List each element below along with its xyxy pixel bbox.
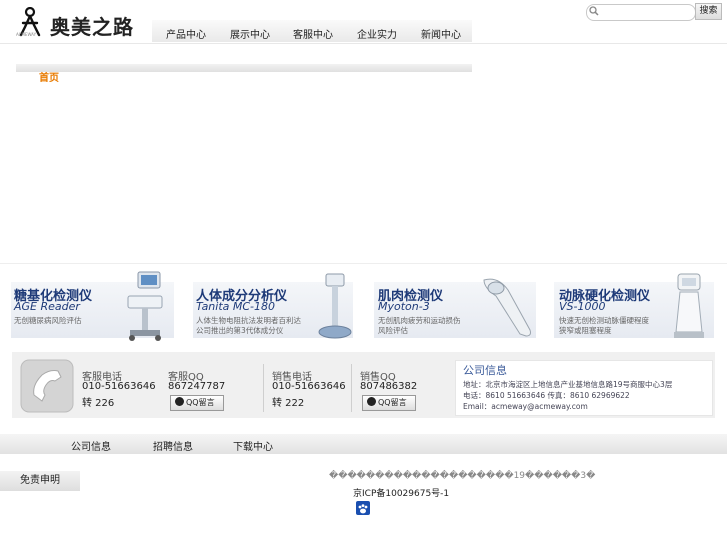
search-input[interactable] <box>586 4 696 21</box>
nav-item-strength[interactable]: 企业实力 <box>357 26 397 41</box>
contact-divider <box>263 364 264 412</box>
qq-button-label: QQ留言 <box>186 398 215 407</box>
tanita-device-image <box>318 273 352 339</box>
myoton-device-image <box>483 278 531 337</box>
sales-qq: 807486382 <box>360 381 418 392</box>
company-email: Email：acmeway@acmeway.com <box>463 402 588 411</box>
icp-link[interactable]: 京ICP备10029675号-1 <box>353 486 449 499</box>
age-reader-device-image <box>127 271 163 341</box>
service-phone: 010-51663646 <box>82 381 156 392</box>
qq-penguin-icon <box>175 397 184 406</box>
sales-ext: 转 222 <box>272 398 305 409</box>
service-qq-message-button[interactable]: QQ留言 <box>170 395 224 411</box>
nav-item-products[interactable]: 产品中心 <box>166 26 206 41</box>
qq-penguin-icon <box>367 397 376 406</box>
phone-icon <box>20 359 74 413</box>
service-qq: 867247787 <box>168 381 226 392</box>
nav-item-news[interactable]: 新闻中心 <box>421 26 461 41</box>
nav-item-showcase[interactable]: 展示中心 <box>230 26 270 41</box>
company-info-title: 公司信息 <box>463 364 507 377</box>
product-model: VS-1000 <box>559 300 606 313</box>
logo-subtext: ACMEWAY <box>16 32 37 37</box>
contact-divider <box>351 364 352 412</box>
logo-text[interactable]: 奥美之路 <box>50 11 134 40</box>
vs1000-device-image <box>674 273 704 338</box>
qq-button-label: QQ留言 <box>378 398 407 407</box>
copyright-text: ��������������������19������3� <box>329 471 596 481</box>
paw-badge-icon[interactable] <box>356 501 370 515</box>
nav-item-service[interactable]: 客服中心 <box>293 26 333 41</box>
product-model: Tanita MC-180 <box>196 300 276 313</box>
product-desc: 狭窄或阻塞程度 <box>559 326 612 335</box>
sales-qq-message-button[interactable]: QQ留言 <box>362 395 416 411</box>
product-model: Myoton-3 <box>378 300 430 313</box>
paw-icon <box>358 504 368 514</box>
product-desc: 无创糖尿病风险评估 <box>14 316 82 325</box>
service-ext: 转 226 <box>82 398 115 409</box>
footer-link-downloads[interactable]: 下载中心 <box>233 438 273 453</box>
search-button[interactable]: 搜索 <box>695 3 722 20</box>
company-address: 地址：北京市海淀区上地信息产业基地信息路19号商服中心3层 <box>463 380 673 389</box>
footer-link-jobs[interactable]: 招聘信息 <box>153 438 193 453</box>
breadcrumb <box>16 64 472 72</box>
search-icon <box>589 6 599 16</box>
product-model: AGE Reader <box>14 300 80 313</box>
sales-phone: 010-51663646 <box>272 381 346 392</box>
disclaimer-tab[interactable]: 免责申明 <box>0 471 80 491</box>
footer-link-company[interactable]: 公司信息 <box>71 438 111 453</box>
product-desc: 公司推出的第3代体成分仪 <box>196 326 284 335</box>
header-divider <box>0 43 727 44</box>
product-desc: 风险评估 <box>378 326 408 335</box>
products-divider <box>0 263 727 264</box>
company-tel: 电话：8610 51663646 传真：8610 62969622 <box>463 391 630 400</box>
breadcrumb-home[interactable]: 首页 <box>39 69 59 84</box>
